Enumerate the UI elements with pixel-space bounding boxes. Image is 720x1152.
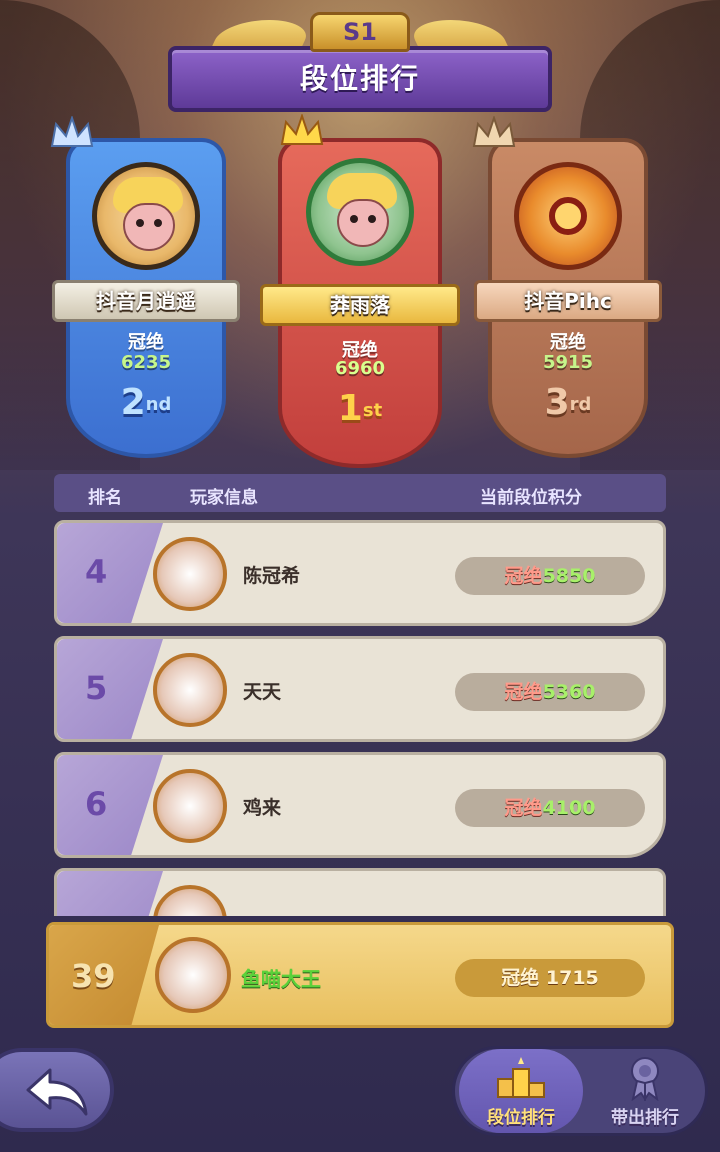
header-points: 当前段位积分	[480, 488, 582, 508]
player-avatar[interactable]	[153, 653, 227, 727]
player-avatar[interactable]	[153, 885, 227, 916]
score-value: 6960	[334, 358, 386, 379]
eye-icon	[350, 215, 358, 223]
page-title: 段位排行	[299, 62, 420, 95]
list-item[interactable]	[54, 868, 666, 916]
bronze-crown-icon	[472, 116, 516, 147]
ranking-list[interactable]: 4 陈冠希 冠绝5850 5 天天 冠绝5360 6 鸡来 冠绝4100	[54, 520, 666, 916]
rank-background	[57, 639, 163, 739]
name-ribbon: 抖音Pihc	[474, 280, 662, 322]
score-value: 5915	[542, 352, 594, 373]
player-avatar[interactable]	[306, 158, 414, 266]
rank-number: 4	[85, 553, 108, 591]
ribbon-medal-icon	[631, 1057, 659, 1101]
rank-background	[57, 755, 163, 855]
rank-background	[57, 523, 163, 623]
place-number: 3	[544, 382, 570, 423]
eye-icon	[136, 219, 144, 227]
bottom-tabs[interactable]: 段位排行 带出排行	[452, 1046, 708, 1136]
player-avatar[interactable]	[153, 537, 227, 611]
tab-out-ranking[interactable]: 带出排行	[583, 1049, 707, 1133]
player-name: 天天	[243, 681, 282, 703]
sheep-face-icon	[337, 199, 389, 247]
tab-label: 带出排行	[611, 1108, 679, 1128]
place-number: 2	[120, 382, 146, 423]
header-player: 玩家信息	[190, 488, 258, 508]
title-banner: 段位排行	[168, 46, 552, 112]
tier-label: 冠绝	[504, 565, 543, 587]
tier-label: 冠绝	[128, 332, 164, 353]
list-item[interactable]: 5 天天 冠绝5360	[54, 636, 666, 742]
season-label: S1	[343, 18, 377, 46]
place-badge: 1st	[278, 388, 442, 429]
player-avatar[interactable]	[92, 162, 200, 270]
season-badge: S1	[310, 12, 410, 52]
my-rank-number: 39	[71, 957, 116, 995]
name-ribbon: 抖音月逍遥	[52, 280, 240, 322]
rank-background	[57, 871, 163, 916]
score-value: 4100	[542, 797, 596, 819]
tier-label: 冠绝	[504, 681, 543, 703]
rank-number: 5	[85, 669, 108, 707]
list-item[interactable]: 4 陈冠希 冠绝5850	[54, 520, 666, 626]
player-name: 陈冠希	[243, 565, 301, 587]
place-badge: 3rd	[488, 382, 648, 423]
place-suffix: st	[362, 400, 383, 421]
gold-crown-icon	[280, 114, 324, 145]
place-suffix: rd	[569, 394, 592, 415]
header-rank: 排名	[88, 488, 122, 508]
score-pill: 冠绝5850	[455, 557, 645, 595]
score-pill: 冠绝5360	[455, 673, 645, 711]
back-arrow-icon	[26, 1068, 88, 1116]
tier-label: 冠绝	[501, 967, 540, 989]
tab-rank-ranking[interactable]: 段位排行	[459, 1049, 583, 1133]
score-value: 5850	[542, 565, 596, 587]
title-banner-group: 段位排行 S1	[160, 4, 560, 116]
tier-label: 冠绝	[504, 797, 543, 819]
eye-icon	[154, 219, 162, 227]
medal-avatar[interactable]	[514, 162, 622, 270]
my-avatar[interactable]	[155, 937, 231, 1013]
medal-icon	[549, 197, 587, 235]
sheep-face-icon	[123, 203, 175, 251]
list-item[interactable]: 6 鸡来 冠绝4100	[54, 752, 666, 858]
player-name: 抖音Pihc	[524, 289, 612, 313]
my-score-pill: 冠绝 1715	[455, 959, 645, 997]
podium-icon	[497, 1057, 545, 1098]
player-name: 莽雨落	[330, 293, 390, 317]
score-value: 5360	[542, 681, 596, 703]
silver-crown-icon	[50, 116, 94, 147]
place-badge: 2nd	[66, 382, 226, 423]
rank-number: 6	[85, 785, 108, 823]
score-value: 1715	[545, 967, 599, 989]
back-button[interactable]	[0, 1048, 114, 1132]
player-avatar[interactable]	[153, 769, 227, 843]
list-header: 排名 玩家信息 当前段位积分	[54, 474, 666, 512]
my-rank-row[interactable]: 39 鱼喵大王 冠绝 1715	[46, 922, 674, 1028]
tier-label: 冠绝	[550, 332, 586, 353]
eye-icon	[368, 215, 376, 223]
tab-label: 段位排行	[487, 1108, 555, 1128]
player-name: 鸡来	[243, 797, 282, 819]
name-ribbon: 莽雨落	[260, 284, 460, 326]
my-player-name: 鱼喵大王	[241, 967, 321, 991]
place-number: 1	[337, 388, 363, 429]
player-name: 抖音月逍遥	[96, 289, 196, 313]
score-value: 6235	[120, 352, 172, 373]
place-suffix: nd	[145, 394, 172, 415]
score-pill: 冠绝4100	[455, 789, 645, 827]
